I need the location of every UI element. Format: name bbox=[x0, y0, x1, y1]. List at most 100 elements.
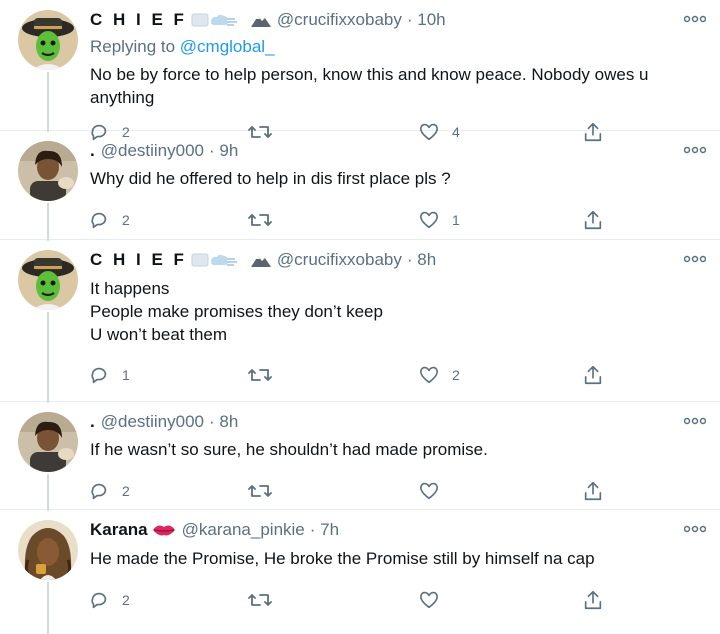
user-handle[interactable]: @crucifixxobaby bbox=[277, 250, 402, 270]
display-name[interactable]: C H I E F bbox=[90, 250, 187, 270]
more-icon[interactable] bbox=[684, 145, 706, 155]
reply-count: 2 bbox=[122, 212, 130, 228]
timestamp[interactable]: · 8h bbox=[407, 250, 436, 270]
tweet-header: C H I E F @crucifixxobaby · 10h bbox=[90, 10, 446, 30]
reply-button[interactable]: 2 bbox=[88, 209, 130, 231]
reply-count: 2 bbox=[122, 483, 130, 499]
tweet-text-line: Why did he offered to help in dis first … bbox=[90, 169, 451, 188]
reply-icon bbox=[91, 592, 107, 609]
share-icon bbox=[584, 590, 602, 610]
like-button[interactable] bbox=[418, 480, 452, 502]
retweet-icon bbox=[248, 594, 272, 606]
tweet-4[interactable]: . @destiiny000 · 8h If he wasn’t so sure… bbox=[0, 402, 720, 511]
reply-thread: C H I E F @crucifixxobaby · 10h Replying… bbox=[0, 0, 720, 634]
like-count: 2 bbox=[452, 367, 460, 383]
reply-icon bbox=[91, 367, 107, 384]
tweet-header: . @destiiny000 · 8h bbox=[90, 412, 238, 432]
share-icon bbox=[584, 481, 602, 501]
like-button[interactable] bbox=[418, 589, 452, 611]
share-button[interactable] bbox=[582, 364, 604, 386]
share-button[interactable] bbox=[582, 589, 604, 611]
cloud-emoji-icon bbox=[191, 250, 243, 270]
user-handle[interactable]: @karana_pinkie bbox=[182, 520, 305, 540]
lips-emoji-icon bbox=[152, 523, 176, 537]
replying-to: Replying to @cmglobal_ bbox=[90, 37, 275, 57]
tweet-text: He made the Promise, He broke the Promis… bbox=[90, 547, 700, 570]
like-button[interactable]: 2 bbox=[418, 364, 460, 386]
share-icon bbox=[584, 365, 602, 385]
display-name[interactable]: . bbox=[90, 412, 95, 432]
mountain-emoji-icon bbox=[250, 253, 271, 267]
retweet-icon bbox=[248, 214, 272, 226]
reply-icon bbox=[91, 483, 107, 500]
avatar[interactable] bbox=[18, 141, 78, 201]
share-icon bbox=[584, 210, 602, 230]
heart-icon bbox=[419, 211, 439, 229]
retweet-button[interactable] bbox=[248, 209, 284, 231]
user-handle[interactable]: @crucifixxobaby bbox=[277, 10, 402, 30]
tweet-actions: 2 1 bbox=[88, 209, 628, 233]
more-icon[interactable] bbox=[684, 14, 706, 24]
tweet-text: It happens People make promises they don… bbox=[90, 277, 700, 346]
tweet-5[interactable]: Karana @karana_pinkie · 7h He made the P… bbox=[0, 510, 720, 634]
heart-icon bbox=[419, 482, 439, 500]
thread-connector bbox=[47, 312, 49, 403]
tweet-2[interactable]: . @destiiny000 · 9h Why did he offered t… bbox=[0, 131, 720, 241]
reply-button[interactable]: 2 bbox=[88, 480, 130, 502]
thread-connector bbox=[47, 72, 49, 132]
reply-button[interactable]: 1 bbox=[88, 364, 130, 386]
replying-to-handle[interactable]: @cmglobal_ bbox=[180, 37, 275, 56]
display-name[interactable]: . bbox=[90, 141, 95, 161]
reply-icon bbox=[91, 212, 107, 229]
heart-icon bbox=[419, 366, 439, 384]
timestamp[interactable]: · 8h bbox=[209, 412, 238, 432]
heart-icon bbox=[419, 591, 439, 609]
tweet-text: If he wasn’t so sure, he shouldn’t had m… bbox=[90, 438, 700, 461]
avatar[interactable] bbox=[18, 250, 78, 310]
share-button[interactable] bbox=[582, 480, 604, 502]
tweet-1[interactable]: C H I E F @crucifixxobaby · 10h Replying… bbox=[0, 0, 720, 142]
tweet-header: Karana @karana_pinkie · 7h bbox=[90, 520, 339, 540]
timestamp[interactable]: · 10h bbox=[407, 10, 446, 30]
user-handle[interactable]: @destiiny000 bbox=[101, 141, 204, 161]
retweet-icon bbox=[248, 485, 272, 497]
retweet-icon bbox=[248, 369, 272, 381]
reply-count: 2 bbox=[122, 592, 130, 608]
display-name[interactable]: C H I E F bbox=[90, 10, 187, 30]
more-icon[interactable] bbox=[684, 524, 706, 534]
mountain-emoji-icon bbox=[250, 13, 271, 27]
tweet-text: Why did he offered to help in dis first … bbox=[90, 167, 700, 190]
timestamp[interactable]: · 7h bbox=[310, 520, 339, 540]
more-icon[interactable] bbox=[684, 254, 706, 264]
reply-button[interactable]: 2 bbox=[88, 589, 130, 611]
reply-count: 1 bbox=[122, 367, 130, 383]
thread-connector bbox=[47, 582, 49, 634]
avatar[interactable] bbox=[18, 10, 78, 70]
thread-connector bbox=[47, 474, 49, 511]
tweet-text-line: No be by force to help person, know this… bbox=[90, 65, 649, 84]
like-button[interactable]: 1 bbox=[418, 209, 460, 231]
retweet-button[interactable] bbox=[248, 589, 284, 611]
avatar[interactable] bbox=[18, 520, 78, 580]
tweet-text: No be by force to help person, know this… bbox=[90, 63, 700, 109]
tweet-text-line: If he wasn’t so sure, he shouldn’t had m… bbox=[90, 440, 488, 459]
tweet-3[interactable]: C H I E F @crucifixxobaby · 8h It happen… bbox=[0, 240, 720, 403]
replying-to-label: Replying to bbox=[90, 37, 180, 56]
tweet-text-line: anything bbox=[90, 88, 155, 107]
timestamp[interactable]: · 9h bbox=[209, 141, 238, 161]
tweet-header: C H I E F @crucifixxobaby · 8h bbox=[90, 250, 436, 270]
tweet-text-line: It happens bbox=[90, 279, 170, 298]
share-button[interactable] bbox=[582, 209, 604, 231]
retweet-button[interactable] bbox=[248, 480, 284, 502]
retweet-button[interactable] bbox=[248, 364, 284, 386]
tweet-actions: 2 bbox=[88, 480, 628, 504]
user-handle[interactable]: @destiiny000 bbox=[101, 412, 204, 432]
tweet-actions: 1 2 bbox=[88, 364, 628, 388]
like-count: 1 bbox=[452, 212, 460, 228]
tweet-actions: 2 bbox=[88, 589, 628, 613]
more-icon[interactable] bbox=[684, 416, 706, 426]
avatar[interactable] bbox=[18, 412, 78, 472]
cloud-emoji-icon bbox=[191, 10, 243, 30]
display-name[interactable]: Karana bbox=[90, 520, 148, 540]
tweet-text-line: He made the Promise, He broke the Promis… bbox=[90, 549, 595, 568]
